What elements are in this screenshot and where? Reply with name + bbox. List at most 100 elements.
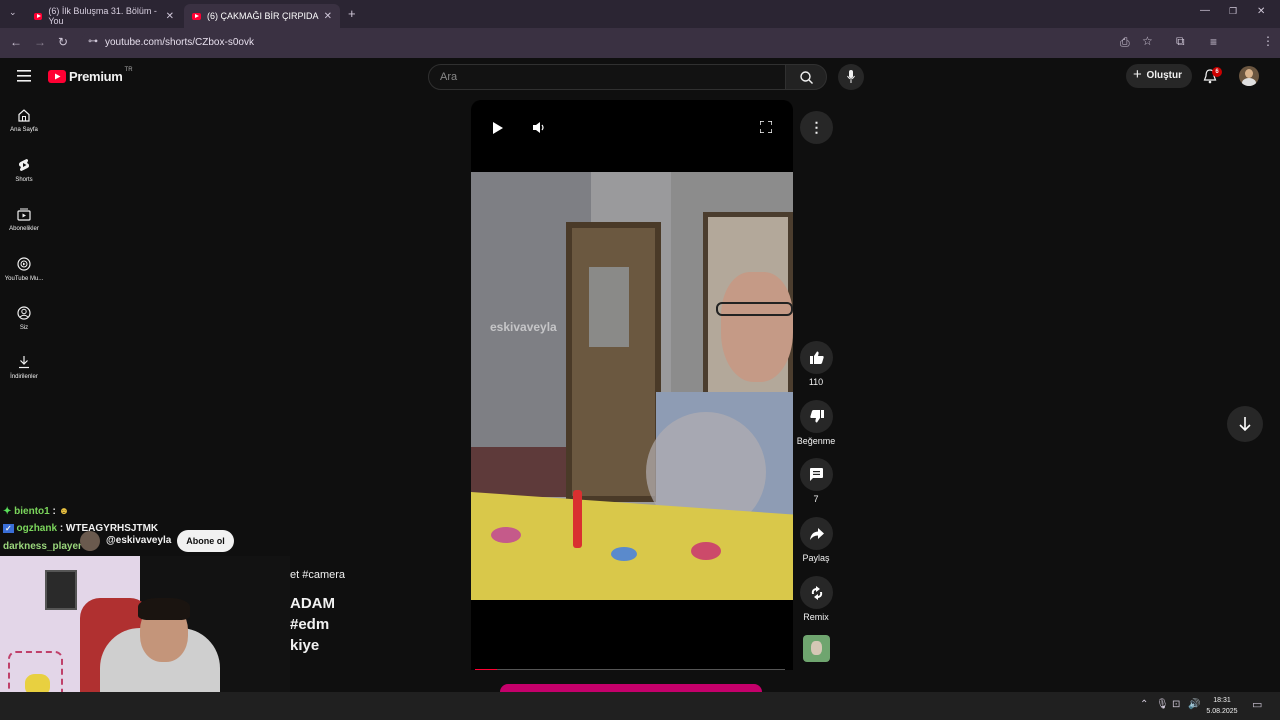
windows-taskbar: ⌃ 🎙 ⊡ 🔊 18:31 5.08.2025 ▭ (0, 692, 1280, 720)
thumbs-up-icon (809, 351, 824, 364)
reading-list-icon[interactable]: ≡ (1210, 36, 1217, 48)
sidebar-item-subscriptions[interactable]: Abonelikler (0, 207, 48, 232)
tab-cakmagi[interactable]: (6) ÇAKMAĞI BİR ÇIRPIDA ALAN ✕ (184, 4, 340, 28)
sidebar-item-home[interactable]: Ana Sayfa (0, 108, 48, 133)
taskbar-clock[interactable]: 18:31 5.08.2025 (1200, 695, 1244, 717)
dislike-button[interactable] (800, 400, 833, 433)
restore-icon[interactable]: ❐ (1229, 7, 1237, 16)
thumbs-down-icon (809, 410, 824, 423)
remix-button[interactable] (800, 576, 833, 609)
download-icon (19, 356, 29, 369)
channel-handle[interactable]: @eskivaveyla (106, 535, 171, 546)
voice-search-button[interactable] (838, 64, 864, 90)
progress-fill (475, 669, 497, 670)
share-button[interactable] (800, 517, 833, 550)
back-icon[interactable]: ← (10, 36, 22, 48)
more-options-button[interactable]: ⋮ (800, 111, 833, 144)
clock-date: 5.08.2025 (1206, 708, 1238, 715)
next-short-button[interactable] (1227, 406, 1263, 442)
extensions-icon[interactable]: ⧉ (1176, 35, 1185, 47)
tab-title: (6) ÇAKMAĞI BİR ÇIRPIDA ALAN (207, 11, 319, 21)
music-icon (17, 257, 31, 271)
youtube-logo-icon (48, 70, 66, 83)
site-info-icon[interactable]: ⊶ (88, 37, 98, 47)
subscribe-button[interactable]: Abone ol (177, 530, 234, 552)
new-tab-icon[interactable]: + (348, 7, 356, 20)
sidebar-item-shorts[interactable]: Shorts (0, 158, 48, 183)
comment-count: 7 (813, 494, 819, 504)
chat-username: biento1 (14, 506, 50, 517)
tab-search-icon[interactable]: ⌄ (9, 8, 17, 17)
notification-badge: 6 (1212, 67, 1222, 77)
youtube-favicon-icon (34, 12, 43, 20)
description-line: ADAM (290, 595, 335, 612)
sidebar-item-youtube-music[interactable]: YouTube Mu... (0, 257, 48, 282)
create-button[interactable]: + Oluştur (1126, 64, 1192, 88)
minimize-icon[interactable]: — (1200, 6, 1210, 16)
next-short-preview[interactable] (500, 684, 762, 692)
account-avatar[interactable] (1239, 66, 1259, 86)
subscriptions-icon (17, 208, 31, 221)
speaker-icon[interactable]: 🔊 (1188, 700, 1200, 710)
comments-button[interactable] (800, 458, 833, 491)
search-button[interactable] (785, 64, 827, 90)
address-bar[interactable]: ⊶ youtube.com/shorts/CZbox-s0ovk (80, 32, 1180, 54)
create-label: Oluştur (1146, 70, 1182, 81)
share-icon (809, 527, 824, 540)
sidebar-item-label: Shorts (15, 177, 33, 183)
like-button[interactable] (800, 341, 833, 374)
sidebar-item-label: İndirilenler (10, 374, 38, 380)
bookmark-star-icon[interactable]: ☆ (1142, 35, 1153, 47)
play-icon[interactable] (493, 122, 503, 134)
logo-text: Premium (69, 69, 123, 84)
sidebar-item-label: Ana Sayfa (10, 127, 38, 133)
url-text: youtube.com/shorts/CZbox-s0ovk (105, 37, 254, 48)
tab-ilk-bulusma[interactable]: (6) İlk Buluşma 31. Bölüm - You ✕ (26, 4, 182, 28)
sidebar-item-downloads[interactable]: İndirilenler (0, 355, 48, 380)
fullscreen-icon[interactable] (760, 121, 772, 133)
sidebar-item-you[interactable]: Siz (0, 306, 48, 331)
close-tab-icon[interactable]: ✕ (166, 11, 174, 22)
region-code: TR (124, 66, 133, 73)
shorts-icon (18, 159, 30, 171)
forward-icon[interactable]: → (34, 36, 46, 48)
network-icon[interactable]: ⊡ (1172, 700, 1180, 710)
install-app-icon[interactable]: ⎙ (1120, 36, 1130, 48)
chat-text: : WTEAGYRHSJTMK (59, 523, 159, 534)
close-window-icon[interactable]: ✕ (1257, 7, 1265, 17)
description-line: kiye (290, 637, 320, 654)
youtube-premium-logo[interactable]: Premium TR (48, 66, 133, 84)
browser-menu-icon[interactable]: ⋮ (1262, 35, 1274, 47)
share-label: Paylaş (802, 553, 830, 563)
notification-center-icon[interactable]: ▭ (1252, 700, 1262, 711)
video-frame[interactable]: eskivaveyla (471, 172, 793, 600)
remix-label: Remix (803, 612, 829, 622)
microphone-icon (847, 70, 855, 83)
channel-avatar[interactable] (80, 531, 100, 551)
sidebar-item-label: YouTube Mu... (4, 276, 44, 282)
description-line: et #camera (290, 569, 346, 581)
hamburger-menu-icon[interactable] (17, 70, 31, 82)
you-icon (17, 306, 31, 320)
chat-message: ✓ ogzhank : WTEAGYRHSJTMK (3, 523, 159, 534)
search-input[interactable]: Ara (428, 64, 786, 90)
progress-track[interactable] (475, 669, 785, 670)
chat-username: ogzhank (16, 523, 58, 534)
home-icon (18, 109, 30, 122)
dislike-label: Beğenme (796, 436, 836, 446)
like-count: 110 (808, 377, 824, 387)
search-icon (800, 71, 813, 84)
tray-expand-icon[interactable]: ⌃ (1140, 700, 1148, 710)
close-tab-icon[interactable]: ✕ (324, 11, 332, 22)
chat-text: : (52, 506, 56, 517)
chat-message: darkness_player (3, 541, 82, 552)
comment-icon (810, 468, 823, 481)
remix-icon (811, 585, 822, 600)
volume-icon[interactable] (533, 121, 547, 134)
tab-title: (6) İlk Buluşma 31. Bölüm - You (48, 6, 157, 26)
tray-mic-icon[interactable]: 🎙 (1156, 700, 1169, 710)
reload-icon[interactable]: ↻ (58, 36, 68, 48)
sound-thumbnail[interactable] (803, 635, 830, 662)
chat-username: darkness_player (3, 541, 82, 552)
shorts-player[interactable]: eskivaveyla (471, 100, 793, 670)
